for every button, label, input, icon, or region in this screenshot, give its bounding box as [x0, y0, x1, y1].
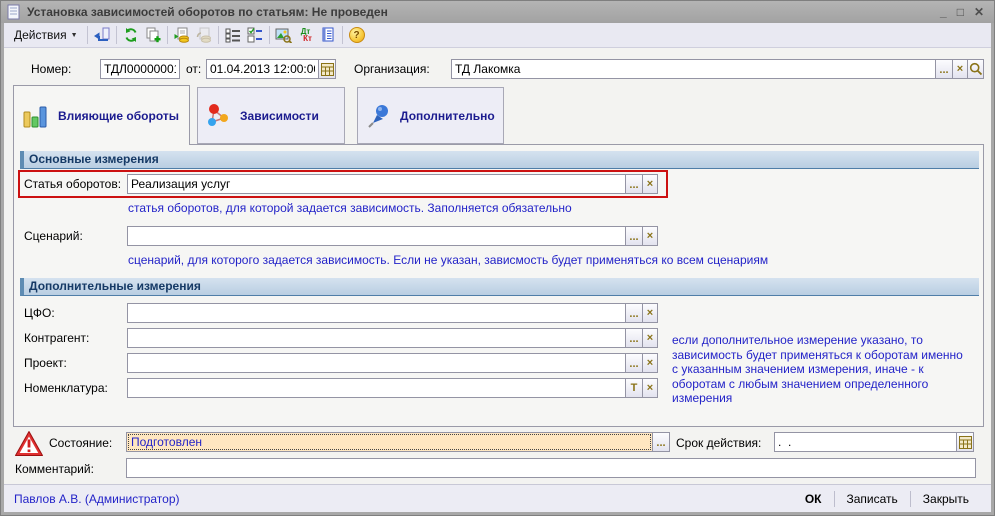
state-label: Состояние: — [49, 436, 112, 450]
unpost-document-icon[interactable] — [193, 25, 215, 46]
nomenclature-input[interactable] — [127, 378, 626, 398]
help-glyph: ? — [349, 27, 365, 43]
tab-label: Зависимости — [240, 109, 319, 123]
project-input[interactable] — [127, 353, 626, 373]
nomenclature-label: Номенклатура: — [24, 381, 108, 395]
article-clear-button[interactable]: × — [642, 174, 658, 194]
toolbar-separator — [342, 26, 343, 44]
article-label: Статья оборотов: — [24, 177, 121, 191]
comment-label: Комментарий: — [15, 462, 94, 476]
statusbar-user: Павлов А.В. (Администратор) — [14, 492, 793, 506]
minimize-button[interactable]: _ — [940, 5, 947, 19]
comment-input[interactable] — [126, 458, 976, 478]
warning-icon — [14, 430, 44, 457]
copy-add-icon[interactable] — [142, 25, 164, 46]
calendar-icon — [959, 436, 972, 449]
project-label: Проект: — [24, 356, 67, 370]
number-input[interactable] — [100, 59, 180, 79]
window-title: Установка зависимостей оборотов по стать… — [27, 5, 934, 19]
calendar-icon — [321, 63, 334, 76]
toolbar-separator — [269, 26, 270, 44]
state-select-button[interactable]: ... — [652, 432, 670, 452]
statusbar: Павлов А.В. (Администратор) ОК Записать … — [4, 484, 991, 512]
organization-label: Организация: — [354, 62, 430, 76]
refresh-icon[interactable] — [120, 25, 142, 46]
organization-select-button[interactable]: ... — [935, 59, 953, 79]
maximize-button[interactable]: □ — [957, 5, 964, 19]
nomenclature-clear-button[interactable]: × — [642, 378, 658, 398]
scenario-label: Сценарий: — [24, 229, 83, 243]
term-calendar-button[interactable] — [956, 432, 974, 452]
actions-menu-button[interactable]: Действия ▼ — [8, 25, 84, 45]
contractor-label: Контрагент: — [24, 331, 89, 345]
save-button[interactable]: Записать — [835, 492, 910, 506]
tab-label: Дополнительно — [400, 109, 495, 123]
scenario-hint: сценарий, для которого задается зависимо… — [128, 253, 768, 267]
contractor-input[interactable] — [127, 328, 626, 348]
cfo-clear-button[interactable]: × — [642, 303, 658, 323]
tab-panel: Основные измерения Статья оборотов: ... … — [13, 144, 984, 427]
ok-button[interactable]: ОК — [793, 492, 834, 506]
project-select-button[interactable]: ... — [625, 353, 643, 373]
post-document-icon[interactable] — [171, 25, 193, 46]
form-body: Действия ▼ — [4, 23, 991, 512]
organization-search-button[interactable] — [967, 59, 984, 79]
toolbar-separator — [218, 26, 219, 44]
contractor-clear-button[interactable]: × — [642, 328, 658, 348]
tab-additional[interactable]: Дополнительно — [357, 87, 504, 144]
cfo-select-button[interactable]: ... — [625, 303, 643, 323]
nomenclature-type-button[interactable]: T — [625, 378, 643, 398]
tab-dependencies[interactable]: Зависимости — [197, 87, 345, 144]
window-frame: Действия ▼ — [1, 23, 994, 515]
toolbar-separator — [87, 26, 88, 44]
cfo-input[interactable] — [127, 303, 626, 323]
cfo-label: ЦФО: — [24, 306, 55, 320]
credit-label: Кт — [303, 35, 312, 42]
molecule-icon — [206, 103, 232, 129]
organization-input[interactable] — [451, 59, 936, 79]
bar-chart-icon — [22, 103, 50, 129]
term-label: Срок действия: — [676, 436, 761, 450]
number-label: Номер: — [31, 62, 71, 76]
list-rows-icon[interactable] — [222, 25, 244, 46]
toolbar-separator — [167, 26, 168, 44]
tab-influencing-turnovers[interactable]: Влияющие обороты — [13, 85, 190, 145]
toolbar-separator — [116, 26, 117, 44]
article-select-button[interactable]: ... — [625, 174, 643, 194]
document-icon — [7, 4, 21, 20]
toolbar: Действия ▼ — [4, 23, 991, 48]
scenario-input[interactable] — [127, 226, 626, 246]
contractor-select-button[interactable]: ... — [625, 328, 643, 348]
list-settings-icon[interactable] — [244, 25, 266, 46]
debit-credit-icon[interactable]: Дт Кт — [295, 25, 317, 46]
scenario-select-button[interactable]: ... — [625, 226, 643, 246]
section-main-dimensions: Основные измерения — [20, 151, 979, 169]
state-field[interactable]: Подготовлен — [126, 432, 653, 452]
organization-clear-button[interactable]: × — [952, 59, 968, 79]
image-preview-icon[interactable] — [273, 25, 295, 46]
extra-dimensions-hint: если дополнительное измерение указано, т… — [672, 333, 972, 406]
tab-label: Влияющие обороты — [58, 109, 179, 123]
document-register-icon[interactable] — [317, 25, 339, 46]
document-window: Установка зависимостей оборотов по стать… — [0, 0, 995, 516]
term-input[interactable] — [774, 432, 957, 452]
close-form-button[interactable]: Закрыть — [911, 492, 981, 506]
date-input[interactable] — [206, 59, 319, 79]
article-hint: статья оборотов, для которой задается за… — [128, 201, 572, 215]
date-label: от: — [186, 62, 201, 76]
article-input[interactable] — [127, 174, 626, 194]
chevron-down-icon: ▼ — [71, 32, 78, 39]
help-icon[interactable]: ? — [346, 25, 368, 46]
actions-menu-label: Действия — [14, 28, 67, 42]
magnifier-icon — [969, 62, 983, 76]
titlebar: Установка зависимостей оборотов по стать… — [1, 1, 994, 23]
reread-icon[interactable] — [91, 25, 113, 46]
scenario-clear-button[interactable]: × — [642, 226, 658, 246]
project-clear-button[interactable]: × — [642, 353, 658, 373]
section-extra-dimensions: Дополнительные измерения — [20, 278, 979, 296]
pushpin-icon — [366, 103, 392, 129]
close-button[interactable]: ✕ — [974, 5, 984, 19]
date-calendar-button[interactable] — [318, 59, 336, 79]
